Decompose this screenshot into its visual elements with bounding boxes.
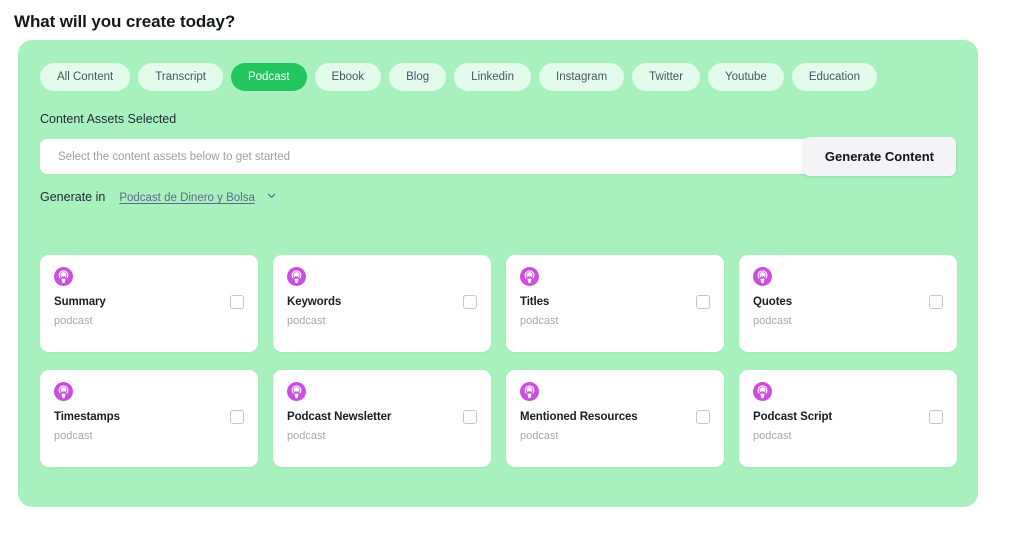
podcast-icon [520, 382, 710, 401]
asset-card-checkbox[interactable] [230, 410, 244, 424]
page-title: What will you create today? [14, 12, 236, 32]
generate-in-selector[interactable]: Podcast de Dinero y Bolsa [119, 188, 277, 207]
tab-education[interactable]: Education [791, 63, 877, 91]
generate-content-button[interactable]: Generate Content [802, 137, 956, 176]
asset-card-title: Timestamps [54, 411, 120, 423]
podcast-icon [54, 382, 244, 401]
tab-youtube[interactable]: Youtube [708, 63, 784, 91]
asset-card-title: Podcast Script [753, 411, 833, 423]
asset-card-subtitle: podcast [287, 315, 326, 327]
asset-card-subtitle: podcast [753, 430, 792, 442]
asset-card-checkbox[interactable] [696, 410, 710, 424]
asset-card-subtitle: podcast [520, 315, 559, 327]
asset-card-checkbox[interactable] [929, 410, 943, 424]
podcast-icon [287, 382, 477, 401]
generate-in-row: Generate in Podcast de Dinero y Bolsa [40, 188, 277, 207]
content-type-tab-bar: All Content Transcript Podcast Ebook Blog Lin… [40, 63, 877, 91]
asset-card[interactable]: Podcast Script podcast [739, 370, 957, 467]
asset-card[interactable]: Timestamps podcast [40, 370, 258, 467]
asset-card[interactable]: Podcast Newsletter podcast [273, 370, 491, 467]
asset-card[interactable]: Titles podcast [506, 255, 724, 352]
asset-card-title: Keywords [287, 296, 342, 308]
asset-card[interactable]: Mentioned Resources podcast [506, 370, 724, 467]
asset-card-subtitle: podcast [287, 430, 326, 442]
podcast-icon [287, 267, 477, 286]
asset-card-title: Summary [54, 296, 106, 308]
asset-card-title: Podcast Newsletter [287, 411, 392, 423]
tab-podcast[interactable]: Podcast [230, 63, 307, 91]
generate-in-label: Generate in [40, 190, 106, 205]
asset-card-checkbox[interactable] [929, 295, 943, 309]
asset-card-subtitle: podcast [753, 315, 792, 327]
podcast-icon [753, 382, 943, 401]
tab-transcript[interactable]: Transcript [138, 63, 223, 91]
app-root: What will you create today? All Content T… [0, 0, 1024, 533]
asset-card[interactable]: Quotes podcast [739, 255, 957, 352]
asset-card-subtitle: podcast [54, 430, 93, 442]
asset-card-checkbox[interactable] [696, 295, 710, 309]
tab-twitter[interactable]: Twitter [632, 63, 701, 91]
asset-card-title: Mentioned Resources [520, 411, 638, 423]
asset-card-subtitle: podcast [54, 315, 93, 327]
podcast-icon [54, 267, 244, 286]
podcast-icon [520, 267, 710, 286]
tab-blog[interactable]: Blog [389, 63, 447, 91]
content-assets-selected-label: Content Assets Selected [40, 112, 177, 126]
asset-card[interactable]: Summary podcast [40, 255, 258, 352]
podcast-icon [753, 267, 943, 286]
asset-card-checkbox[interactable] [230, 295, 244, 309]
asset-card-checkbox[interactable] [463, 295, 477, 309]
tab-linkedin[interactable]: Linkedin [454, 63, 532, 91]
asset-card-title: Titles [520, 296, 550, 308]
asset-card-subtitle: podcast [520, 430, 559, 442]
content-creation-panel: All Content Transcript Podcast Ebook Blog Lin… [18, 40, 978, 507]
content-asset-card-grid: Summary podcast Keywords podcast Titles podca… [40, 255, 957, 467]
asset-selection-row: Generate Content [40, 137, 956, 176]
tab-ebook[interactable]: Ebook [314, 63, 382, 91]
chevron-down-icon[interactable] [266, 188, 277, 206]
generate-in-selected-value[interactable]: Podcast de Dinero y Bolsa [119, 192, 255, 204]
tab-instagram[interactable]: Instagram [539, 63, 625, 91]
asset-card-checkbox[interactable] [463, 410, 477, 424]
tab-all-content[interactable]: All Content [40, 63, 131, 91]
asset-card[interactable]: Keywords podcast [273, 255, 491, 352]
asset-card-title: Quotes [753, 296, 793, 308]
